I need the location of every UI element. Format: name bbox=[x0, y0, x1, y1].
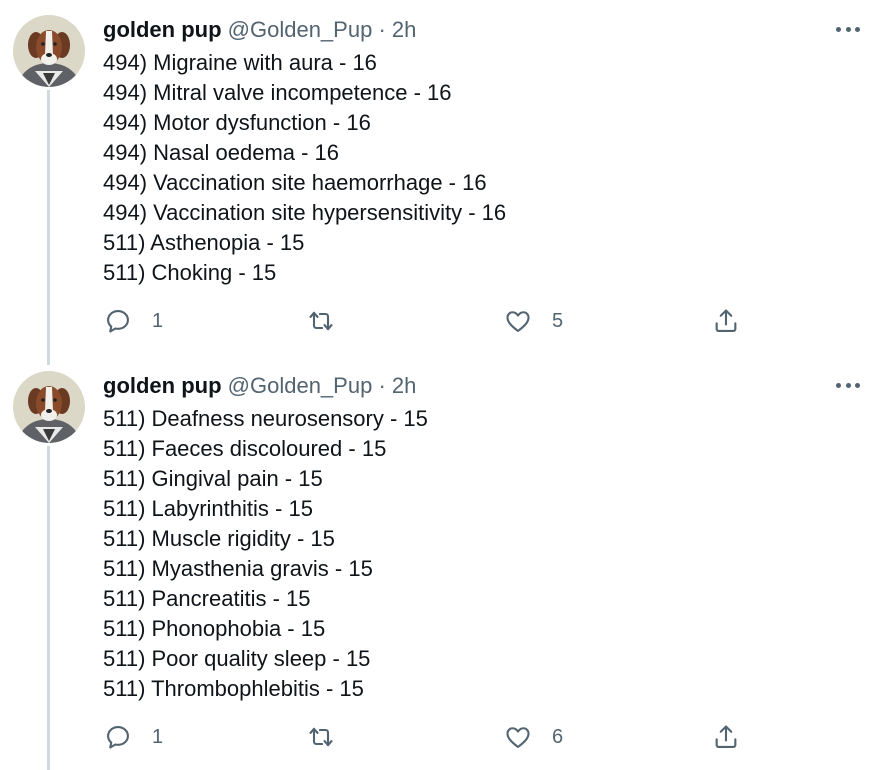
retweet-arrows-icon bbox=[309, 311, 333, 331]
tweet-line: 511) Muscle rigidity - 15 bbox=[103, 526, 335, 551]
reply-button[interactable]: 1 bbox=[104, 723, 163, 751]
more-dots-icon[interactable] bbox=[836, 25, 860, 33]
tweet-line: 511) Choking - 15 bbox=[103, 260, 277, 285]
tweet-line: 511) Poor quality sleep - 15 bbox=[103, 646, 371, 671]
tweet-text: 494) Migraine with aura - 16 494) Mitral… bbox=[103, 48, 506, 288]
tweet-line: 494) Migraine with aura - 16 bbox=[103, 50, 377, 75]
share-upload-icon bbox=[715, 725, 737, 748]
dog-portrait-avatar-image bbox=[13, 15, 85, 87]
author-name[interactable]: golden pup bbox=[103, 373, 222, 398]
heart-icon bbox=[506, 727, 530, 748]
more-dots-icon[interactable] bbox=[836, 381, 860, 389]
like-count: 5 bbox=[552, 309, 564, 332]
header-separator: · bbox=[378, 373, 386, 398]
dog-portrait-avatar-image bbox=[13, 371, 85, 443]
like-button[interactable]: 5 bbox=[504, 307, 563, 335]
tweet-header: golden pup @Golden_Pup · 2h bbox=[103, 16, 416, 44]
tweet-timestamp[interactable]: 2h bbox=[392, 373, 416, 398]
tweet-line: 494) Vaccination site haemorrhage - 16 bbox=[103, 170, 487, 195]
tweet-timestamp[interactable]: 2h bbox=[392, 17, 416, 42]
header-separator: · bbox=[378, 17, 386, 42]
reply-count: 1 bbox=[152, 309, 164, 332]
tweet-line: 511) Phonophobia - 15 bbox=[103, 616, 326, 641]
tweet-line: 511) Myasthenia gravis - 15 bbox=[103, 556, 373, 581]
retweet-button[interactable] bbox=[307, 307, 335, 335]
reply-bubble-icon bbox=[107, 726, 129, 749]
tweet-line: 494) Vaccination site hypersensitivity -… bbox=[103, 200, 507, 225]
author-handle[interactable]: @Golden_Pup bbox=[228, 373, 373, 398]
tweet-line: 511) Asthenopia - 15 bbox=[103, 230, 305, 255]
reply-button[interactable]: 1 bbox=[104, 307, 163, 335]
tweet-line: 511) Pancreatitis - 15 bbox=[103, 586, 311, 611]
heart-icon bbox=[506, 311, 530, 332]
tweet-line: 511) Thrombophlebitis - 15 bbox=[103, 676, 364, 701]
reply-count: 1 bbox=[152, 725, 164, 748]
share-upload-icon bbox=[715, 309, 737, 332]
like-count: 6 bbox=[552, 725, 564, 748]
tweet-line: 494) Motor dysfunction - 16 bbox=[103, 110, 371, 135]
author-name[interactable]: golden pup bbox=[103, 17, 222, 42]
reply-bubble-icon bbox=[107, 310, 129, 333]
tweet-text: 511) Deafness neurosensory - 15 511) Fae… bbox=[103, 404, 428, 704]
author-handle[interactable]: @Golden_Pup bbox=[228, 17, 373, 42]
tweet-line: 511) Deafness neurosensory - 15 bbox=[103, 406, 428, 431]
share-button[interactable] bbox=[712, 307, 740, 335]
tweet[interactable]: golden pup @Golden_Pup · 2h 511) Deafnes… bbox=[0, 356, 890, 770]
share-button[interactable] bbox=[712, 723, 740, 751]
tweet-line: 494) Mitral valve incompetence - 16 bbox=[103, 80, 452, 105]
tweet-line: 511) Labyrinthitis - 15 bbox=[103, 496, 313, 521]
avatar[interactable] bbox=[13, 371, 85, 443]
avatar[interactable] bbox=[13, 15, 85, 87]
retweet-button[interactable] bbox=[307, 723, 335, 751]
tweet[interactable]: golden pup @Golden_Pup · 2h 494) Migrain… bbox=[0, 0, 890, 360]
retweet-arrows-icon bbox=[309, 727, 333, 747]
tweet-header: golden pup @Golden_Pup · 2h bbox=[103, 372, 416, 400]
tweet-line: 511) Gingival pain - 15 bbox=[103, 466, 323, 491]
like-button[interactable]: 6 bbox=[504, 723, 563, 751]
tweet-line: 511) Faeces discoloured - 15 bbox=[103, 436, 387, 461]
tweet-line: 494) Nasal oedema - 16 bbox=[103, 140, 340, 165]
